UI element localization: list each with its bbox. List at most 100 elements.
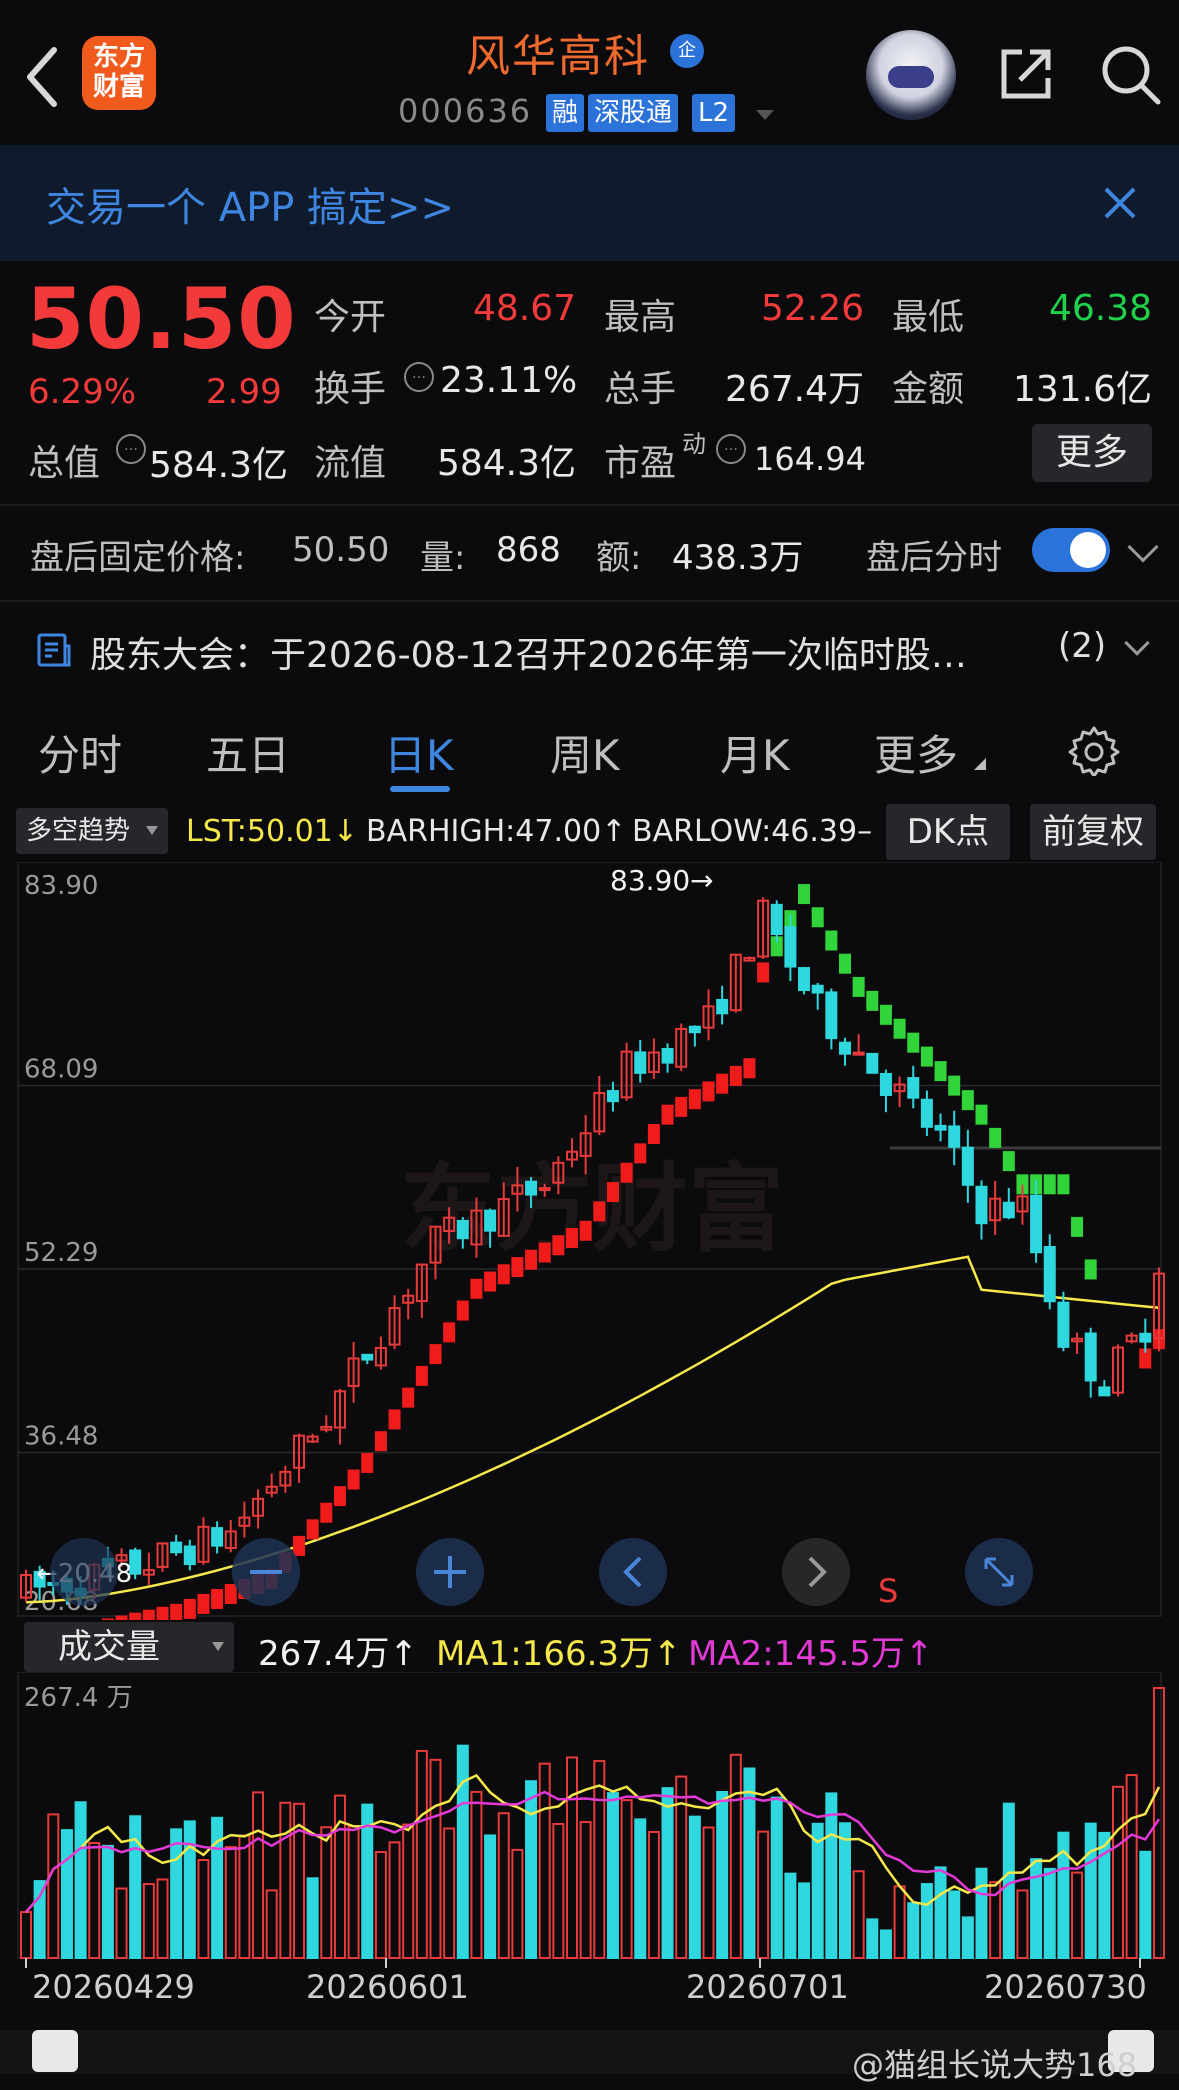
chart-watermark: 东方财富 — [400, 1153, 784, 1265]
kline-chart[interactable]: 东方财富 83.9068.0952.2936.4820.68 83.90→ ←2… — [0, 862, 1179, 1620]
app-logo[interactable]: 东方 财富 — [82, 36, 156, 110]
volume-bar — [443, 1827, 456, 1959]
volume-bar — [1016, 1889, 1029, 1960]
candle-body — [456, 1219, 469, 1240]
float-cap-label: 流值 — [314, 443, 387, 484]
tag-connect: 深股通 — [588, 94, 679, 132]
signal-step — [852, 976, 865, 997]
volume-ma-lines — [25, 1773, 1161, 1913]
turnover-info-icon[interactable]: … — [404, 362, 434, 392]
volume-chart[interactable]: 267.4 万 — [0, 1672, 1179, 1968]
candle-body — [361, 1353, 374, 1361]
chevron-down-icon[interactable] — [1127, 531, 1159, 563]
promo-banner[interactable]: 交易一个 APP 搞定>> — [0, 145, 1179, 261]
candle-body — [839, 1041, 851, 1055]
volume-value: 267.4万 — [724, 369, 864, 410]
volume-bar — [647, 1830, 660, 1959]
volume-bar — [661, 1787, 674, 1960]
signal-step — [961, 1090, 974, 1111]
signal-step — [497, 1264, 510, 1285]
candle-body — [1139, 1332, 1152, 1343]
share-icon[interactable] — [996, 44, 1056, 104]
tab-intraday[interactable]: 分时 — [38, 722, 122, 783]
signal-step — [743, 1058, 756, 1079]
search-icon[interactable] — [1098, 42, 1162, 106]
volume-bar — [183, 1820, 196, 1959]
after-hours-amt: 438.3万 — [672, 538, 804, 578]
volume-bar — [129, 1815, 142, 1959]
market-cap-value: 584.3亿 — [148, 445, 288, 486]
signal-step — [156, 1606, 169, 1620]
tab-more[interactable]: 更多 — [874, 722, 958, 783]
indicator-dropdown[interactable]: 多空趋势 — [16, 808, 168, 854]
volume-bar — [456, 1744, 469, 1959]
candle-body — [852, 1051, 865, 1056]
volume-bar — [866, 1918, 879, 1959]
signal-step — [511, 1257, 524, 1278]
after-hours-toggle[interactable] — [1032, 528, 1110, 572]
candle-body — [538, 1187, 551, 1192]
after-hours-vol-label: 量: — [420, 538, 466, 578]
volume-bar — [388, 1841, 401, 1959]
candle-body — [1030, 1194, 1043, 1254]
date-label: 20260730 — [984, 1968, 1147, 2006]
volume-bar — [606, 1792, 619, 1959]
gear-icon[interactable] — [1068, 724, 1120, 776]
volume-bar — [1125, 1774, 1138, 1960]
volume-bar — [798, 1882, 811, 1959]
logo-line1: 东方 — [92, 42, 145, 72]
scroll-right-button[interactable] — [782, 1538, 850, 1606]
fullscreen-button[interactable] — [965, 1538, 1033, 1606]
signal-step — [456, 1300, 469, 1321]
scrollbar-left-handle[interactable] — [32, 2030, 78, 2072]
volume-bar — [729, 1753, 742, 1960]
indicator-dropdown-label: 多空趋势 — [26, 816, 131, 846]
chevron-down-icon[interactable] — [1124, 630, 1150, 656]
volume-bar — [484, 1834, 497, 1959]
zoom-out-button[interactable] — [232, 1538, 300, 1606]
robot-assistant-avatar[interactable] — [866, 30, 956, 120]
signal-step — [1043, 1174, 1056, 1195]
active-tab-indicator — [390, 786, 450, 792]
more-quote-button[interactable]: 更多 — [1032, 424, 1152, 482]
high-label: 最高 — [604, 297, 677, 338]
tab-monthly-k[interactable]: 月K — [720, 722, 790, 783]
back-arrow-icon[interactable] — [22, 42, 62, 112]
volume-bar — [825, 1792, 838, 1959]
y-tick-label: 83.90 — [24, 871, 98, 901]
volume-bar — [429, 1758, 442, 1960]
zoom-out-left-button[interactable] — [50, 1538, 118, 1606]
tab-daily-k[interactable]: 日K — [384, 722, 454, 783]
stock-switch-caret-icon[interactable] — [756, 110, 774, 120]
signal-step — [183, 1598, 196, 1619]
volume-bar — [279, 1801, 292, 1959]
volume-bar — [511, 1848, 524, 1959]
zoom-in-button[interactable] — [416, 1538, 484, 1606]
forward-adjust-button[interactable]: 前复权 — [1030, 804, 1156, 860]
volume-ma2-line — [25, 1790, 1161, 1913]
tag-l2: L2 — [692, 94, 736, 132]
signal-step — [879, 1004, 892, 1025]
scroll-left-button[interactable] — [599, 1538, 667, 1606]
volume-bar — [170, 1828, 183, 1959]
lst-value: LST:50.01↓ — [186, 814, 358, 849]
volume-top-label: 267.4 万 — [24, 1683, 133, 1713]
close-icon[interactable] — [1100, 183, 1140, 223]
candle-body — [948, 1125, 961, 1148]
tab-five-day[interactable]: 五日 — [206, 722, 290, 783]
candle-body — [1002, 1201, 1015, 1219]
pe-info-icon[interactable]: … — [716, 434, 746, 464]
pe-label: 市盈 — [604, 443, 677, 484]
dk-point-button[interactable]: DK点 — [886, 804, 1010, 860]
volume-bars — [20, 1687, 1165, 1960]
volume-dropdown[interactable]: 成交量 — [24, 1622, 234, 1672]
volume-bar — [60, 1829, 73, 1960]
signal-step — [224, 1583, 237, 1604]
tab-weekly-k[interactable]: 周K — [550, 722, 620, 783]
candle-body — [716, 998, 729, 1015]
stock-name: 风华高科 — [466, 31, 650, 82]
signal-step — [374, 1431, 387, 1452]
shareholder-meeting-notice[interactable]: 股东大会：于2026-08-12召开2026年第一次临时股… — [90, 626, 967, 678]
volume-current: 267.4万↑ — [258, 1634, 418, 1674]
promo-banner-text[interactable]: 交易一个 APP 搞定>> — [46, 175, 454, 233]
